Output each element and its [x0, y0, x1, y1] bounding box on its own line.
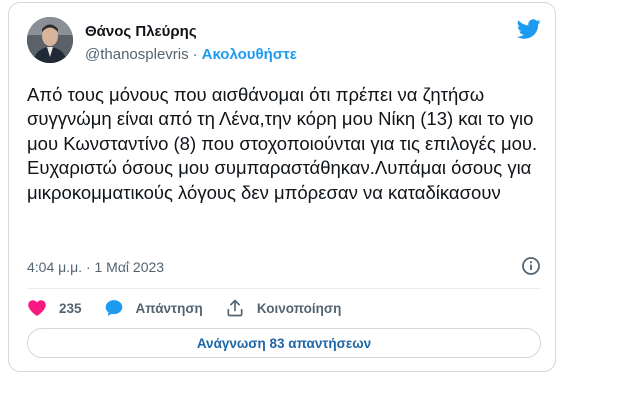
author-handle[interactable]: @thanosplevris — [85, 46, 189, 63]
share-upload-icon — [227, 299, 243, 317]
tweet-text: Από τους μόνους που αισθάνομαι ότι πρέπε… — [27, 84, 538, 203]
reply-button[interactable]: Απάντηση — [104, 298, 203, 318]
read-replies-button[interactable]: Ανάγνωση 83 απαντήσεων — [27, 328, 541, 358]
speech-bubble-icon — [105, 300, 122, 316]
heart-icon — [28, 300, 46, 316]
info-icon[interactable] — [521, 256, 541, 276]
divider — [27, 288, 541, 289]
reply-label: Απάντηση — [135, 300, 203, 316]
tweet-card: Θάνος Πλεύρης @thanosplevris · Ακολουθήστε… — [8, 2, 556, 372]
avatar[interactable] — [27, 17, 73, 63]
like-count: 235 — [59, 300, 82, 316]
share-label: Κοινοποίηση — [256, 300, 342, 316]
twitter-bird-icon[interactable] — [516, 17, 541, 41]
action-bar: 235 Απάντηση Κοινοποίηση — [27, 296, 363, 320]
share-button[interactable]: Κοινοποίηση — [225, 298, 342, 318]
follow-link[interactable]: Ακολουθήστε — [202, 46, 297, 63]
separator-dot: · — [192, 46, 198, 63]
tweet-timestamp[interactable]: 4:04 μ.μ. · 1 Μαΐ 2023 — [27, 259, 164, 275]
like-button[interactable]: 235 — [27, 298, 82, 318]
author-name[interactable]: Θάνος Πλεύρης — [85, 23, 197, 40]
avatar-image — [27, 17, 73, 63]
author-handle-row: @thanosplevris · Ακολουθήστε — [85, 46, 297, 63]
